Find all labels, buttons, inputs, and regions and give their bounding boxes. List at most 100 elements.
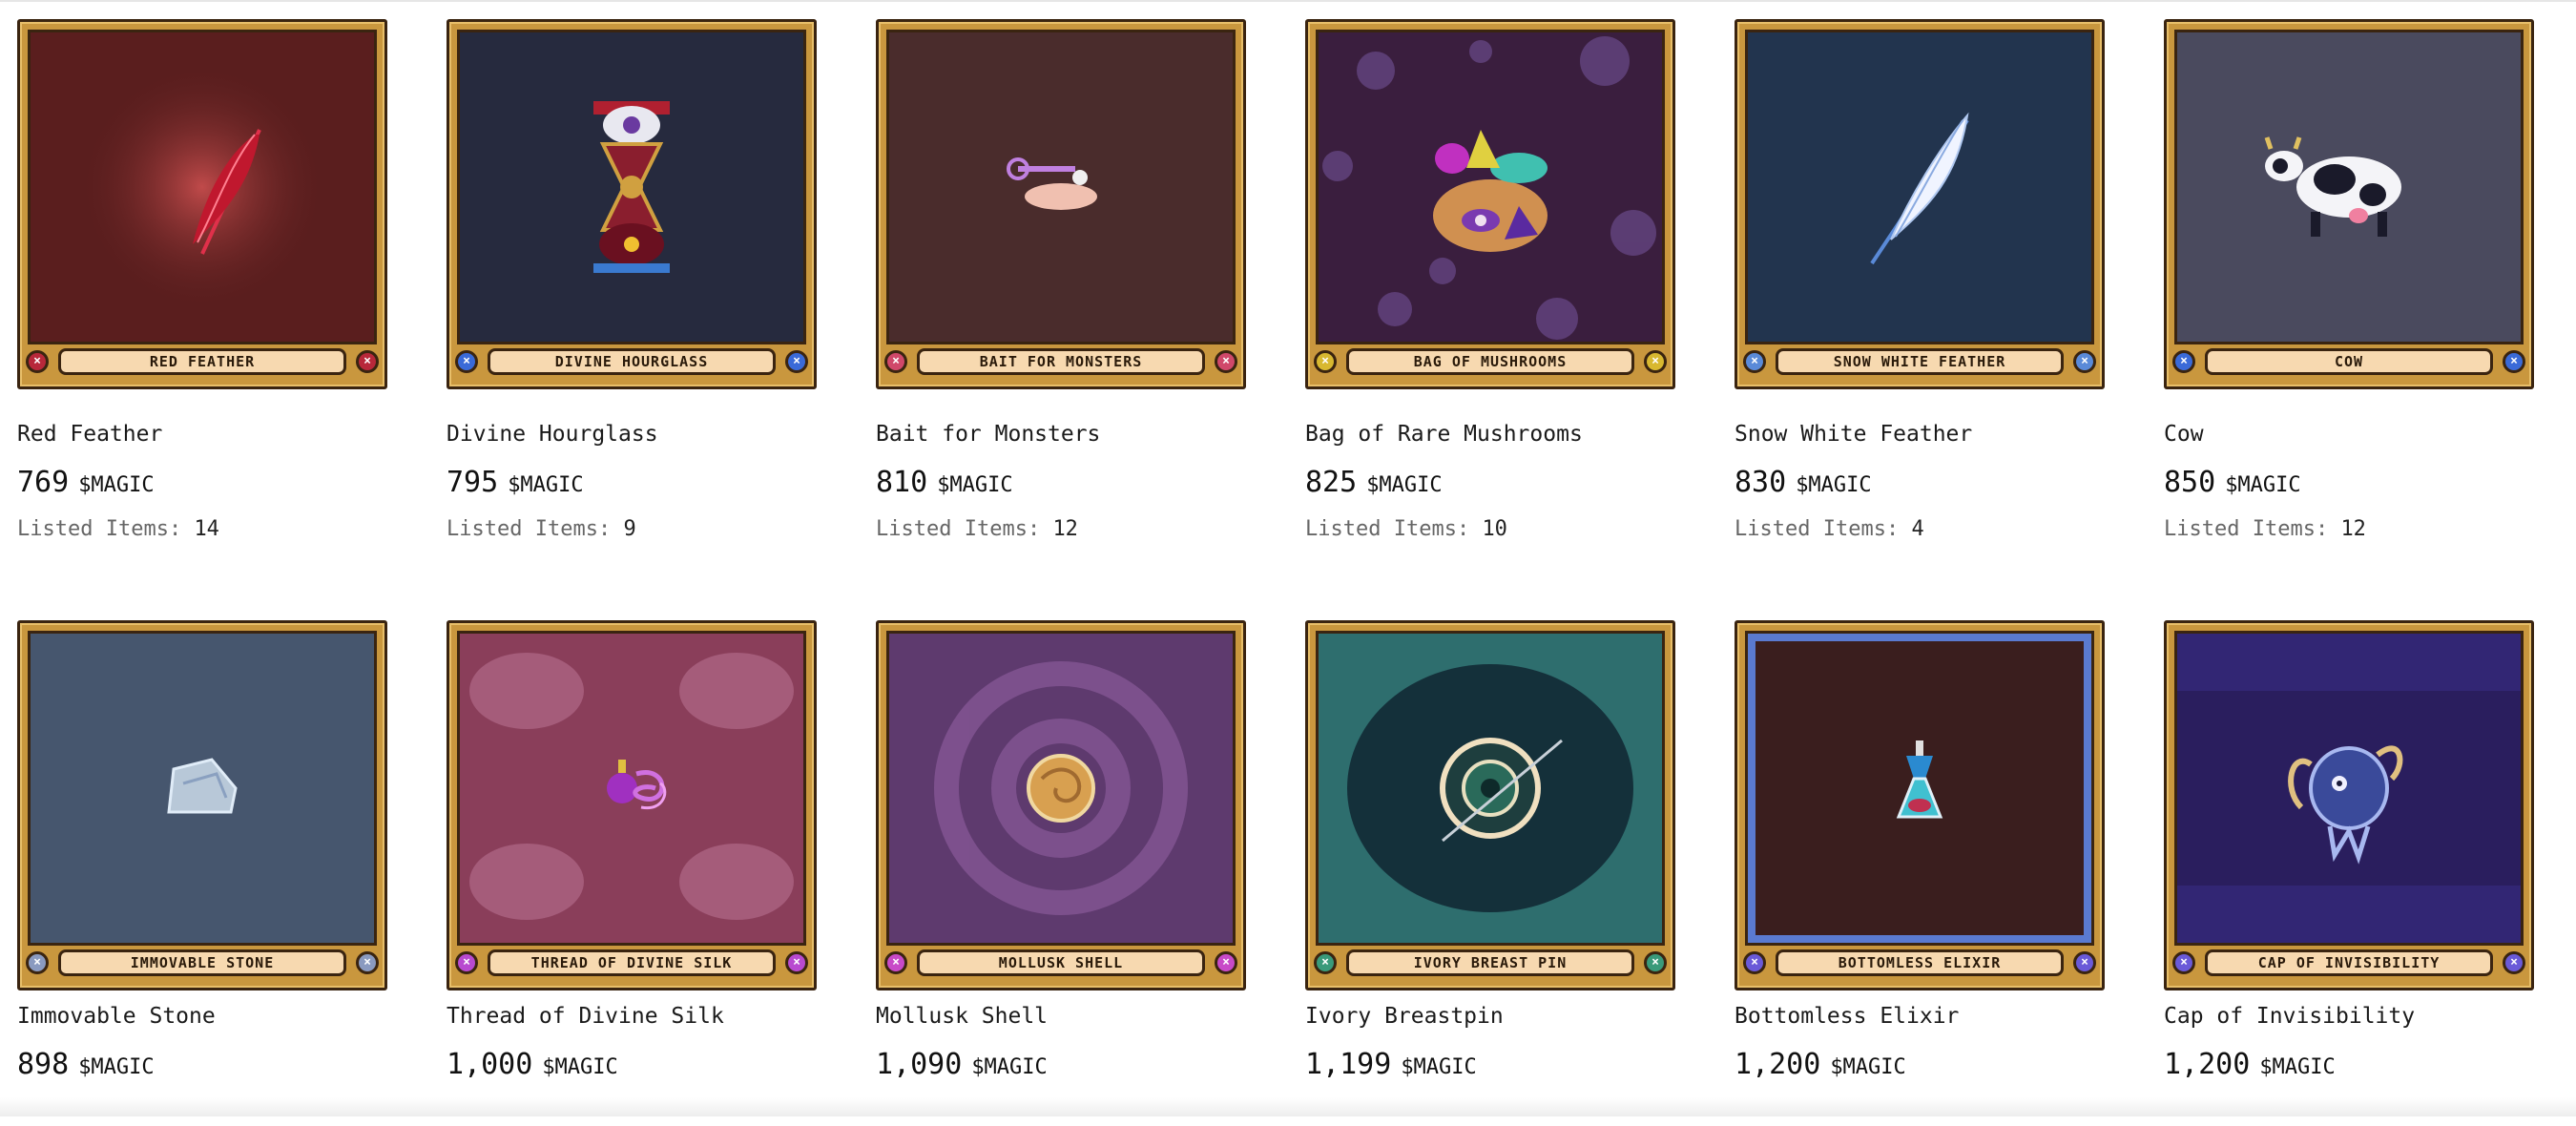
item-title[interactable]: Mollusk Shell	[876, 1004, 1048, 1029]
item-price: 1,199 $MAGIC	[1305, 1048, 1477, 1081]
item-card-frame[interactable]: × × Bag of Mushrooms	[1305, 19, 1675, 389]
hourglass-icon	[593, 101, 670, 273]
item-card[interactable]: × × Bottomless Elixir Bottomless Elixir 1,20…	[1735, 620, 2105, 1126]
price-currency: $MAGIC	[508, 473, 584, 497]
rarity-gem-icon: ×	[2503, 951, 2525, 974]
card-nameplate: × × Bait for Monsters	[884, 348, 1237, 379]
rarity-gem-icon: ×	[785, 951, 808, 974]
item-price: 830 $MAGIC	[1735, 466, 1872, 499]
card-banner-label: Immovable Stone	[58, 949, 346, 976]
rarity-gem-icon: ×	[455, 951, 478, 974]
item-card-frame[interactable]: × × Divine Hourglass	[447, 19, 817, 389]
listed-items-count: Listed Items: 14	[17, 517, 219, 541]
rarity-gem-icon: ×	[26, 350, 49, 373]
item-card[interactable]: × × Immovable Stone Immovable Stone 898 $MAGI…	[17, 620, 387, 1126]
item-artwork[interactable]	[886, 631, 1236, 946]
item-card-frame[interactable]: × × Cow	[2164, 19, 2534, 389]
item-card-frame[interactable]: × × Ivory Breast Pin	[1305, 620, 1675, 990]
card-nameplate: × × Thread of Divine Silk	[455, 949, 808, 980]
card-banner-label: Bait for Monsters	[917, 348, 1205, 375]
item-title[interactable]: Cap of Invisibility	[2164, 1004, 2415, 1029]
item-card-frame[interactable]: × × Red Feather	[17, 19, 387, 389]
item-artwork[interactable]	[2174, 30, 2524, 344]
rarity-gem-icon: ×	[1644, 951, 1667, 974]
item-title[interactable]: Bait for Monsters	[876, 422, 1100, 447]
item-card[interactable]: × × Thread of Divine Silk Thread of Divine …	[447, 620, 817, 1126]
listed-items-value: 14	[194, 517, 219, 541]
card-banner-label: Thread of Divine Silk	[488, 949, 776, 976]
price-currency: $MAGIC	[1796, 473, 1872, 497]
item-artwork[interactable]	[1745, 30, 2094, 344]
item-card[interactable]: × × Mollusk Shell Mollusk Shell 1,090 $MAGIC	[876, 620, 1246, 1126]
item-card[interactable]: × × Cow Cow 850 $MAGIC Listed Items: 12	[2164, 19, 2534, 553]
rarity-gem-icon: ×	[1644, 350, 1667, 373]
item-card[interactable]: × × Bait for Monsters Bait for Monsters 810 $…	[876, 19, 1246, 553]
item-card[interactable]: × × Cap of Invisibility Cap of Invisibility…	[2164, 620, 2534, 1126]
item-artwork[interactable]	[1316, 30, 1665, 344]
white-feather-icon	[1870, 112, 1969, 265]
price-value: 898	[17, 1048, 70, 1081]
card-nameplate: × × Immovable Stone	[26, 949, 379, 980]
item-card[interactable]: × × Ivory Breast Pin Ivory Breastpin 1,199 $M…	[1305, 620, 1675, 1126]
card-banner-label: Red Feather	[58, 348, 346, 375]
price-currency: $MAGIC	[1366, 473, 1443, 497]
item-title[interactable]: Red Feather	[17, 422, 162, 447]
price-currency: $MAGIC	[2259, 1055, 2336, 1079]
rarity-gem-icon: ×	[356, 350, 379, 373]
item-card-frame[interactable]: × × Mollusk Shell	[876, 620, 1246, 990]
item-card-frame[interactable]: × × Bait for Monsters	[876, 19, 1246, 389]
item-artwork[interactable]	[457, 30, 806, 344]
listed-items-value: 10	[1482, 517, 1507, 541]
rarity-gem-icon: ×	[884, 951, 907, 974]
listed-items-label: Listed Items:	[1305, 517, 1470, 541]
item-title[interactable]: Divine Hourglass	[447, 422, 658, 447]
listed-items-count: Listed Items: 10	[1305, 517, 1507, 541]
price-currency: $MAGIC	[937, 473, 1013, 497]
item-card-frame[interactable]: × × Snow White Feather	[1735, 19, 2105, 389]
item-card-frame[interactable]: × × Immovable Stone	[17, 620, 387, 990]
item-price: 795 $MAGIC	[447, 466, 584, 499]
item-artwork[interactable]	[28, 631, 377, 946]
item-card-frame[interactable]: × × Bottomless Elixir	[1735, 620, 2105, 990]
item-artwork[interactable]	[457, 631, 806, 946]
rarity-gem-icon: ×	[2073, 350, 2096, 373]
item-title[interactable]: Bottomless Elixir	[1735, 1004, 1959, 1029]
card-nameplate: × × Bottomless Elixir	[1743, 949, 2096, 980]
item-title[interactable]: Immovable Stone	[17, 1004, 216, 1029]
card-nameplate: × × Bag of Mushrooms	[1314, 348, 1667, 379]
rarity-gem-icon: ×	[2172, 951, 2195, 974]
card-nameplate: × × Red Feather	[26, 348, 379, 379]
item-card[interactable]: × × Divine Hourglass Divine Hourglass 795 $MA…	[447, 19, 817, 553]
rarity-gem-icon: ×	[356, 951, 379, 974]
shell-icon	[1027, 754, 1095, 823]
item-title[interactable]: Ivory Breastpin	[1305, 1004, 1504, 1029]
rarity-gem-icon: ×	[455, 350, 478, 373]
top-divider	[0, 0, 2576, 2]
listed-items-label: Listed Items:	[17, 517, 182, 541]
item-artwork[interactable]	[2174, 631, 2524, 946]
item-title[interactable]: Cow	[2164, 422, 2204, 447]
item-price: 898 $MAGIC	[17, 1048, 155, 1081]
rarity-gem-icon: ×	[884, 350, 907, 373]
item-price: 810 $MAGIC	[876, 466, 1013, 499]
item-artwork[interactable]	[1316, 631, 1665, 946]
item-title[interactable]: Snow White Feather	[1735, 422, 1972, 447]
item-artwork[interactable]	[886, 30, 1236, 344]
item-title[interactable]: Thread of Divine Silk	[447, 1004, 724, 1029]
item-card[interactable]: × × Snow White Feather Snow White Feather 83…	[1735, 19, 2105, 553]
item-card-frame[interactable]: × × Thread of Divine Silk	[447, 620, 817, 990]
item-price: 1,200 $MAGIC	[1735, 1048, 1906, 1081]
listed-items-value: 4	[1911, 517, 1924, 541]
price-value: 850	[2164, 466, 2216, 499]
item-title[interactable]: Bag of Rare Mushrooms	[1305, 422, 1583, 447]
card-banner-label: Mollusk Shell	[917, 949, 1205, 976]
price-currency: $MAGIC	[971, 1055, 1048, 1079]
item-card-frame[interactable]: × × Cap of Invisibility	[2164, 620, 2534, 990]
item-card[interactable]: × × Bag of Mushrooms Bag of Rare Mushrooms 8…	[1305, 19, 1675, 553]
rarity-gem-icon: ×	[2172, 350, 2195, 373]
item-artwork[interactable]	[1745, 631, 2094, 946]
price-value: 1,090	[876, 1048, 963, 1081]
price-value: 810	[876, 466, 928, 499]
item-card[interactable]: × × Red Feather Red Feather 769 $MAGIC Listed …	[17, 19, 387, 553]
item-artwork[interactable]	[28, 30, 377, 344]
